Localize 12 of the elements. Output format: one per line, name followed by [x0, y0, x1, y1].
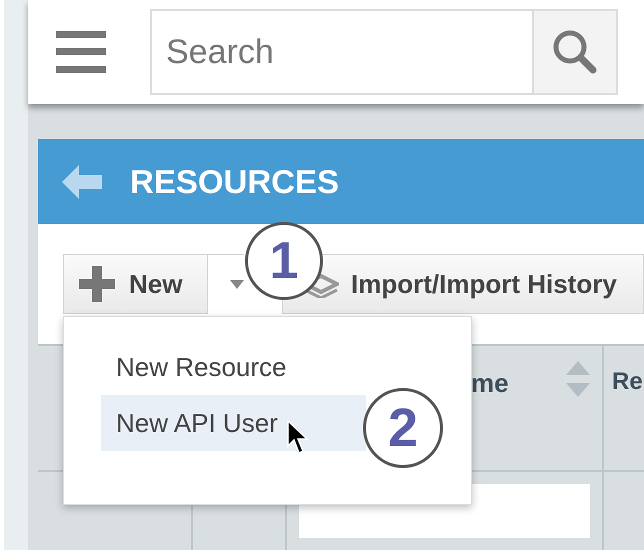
column-header[interactable]: Re	[604, 346, 644, 470]
page-title: RESOURCES	[130, 162, 340, 202]
plus-icon	[79, 266, 115, 302]
caret-icon	[230, 280, 244, 289]
menu-icon[interactable]	[56, 31, 106, 73]
menu-item[interactable]: New API User	[101, 395, 366, 451]
search-icon	[552, 29, 598, 75]
search-field[interactable]: Search	[150, 9, 534, 95]
back-arrow-icon[interactable]	[62, 164, 102, 198]
search-button[interactable]	[534, 9, 618, 95]
menu-item[interactable]: New Resource	[101, 339, 366, 395]
new-button[interactable]: New	[63, 254, 208, 314]
